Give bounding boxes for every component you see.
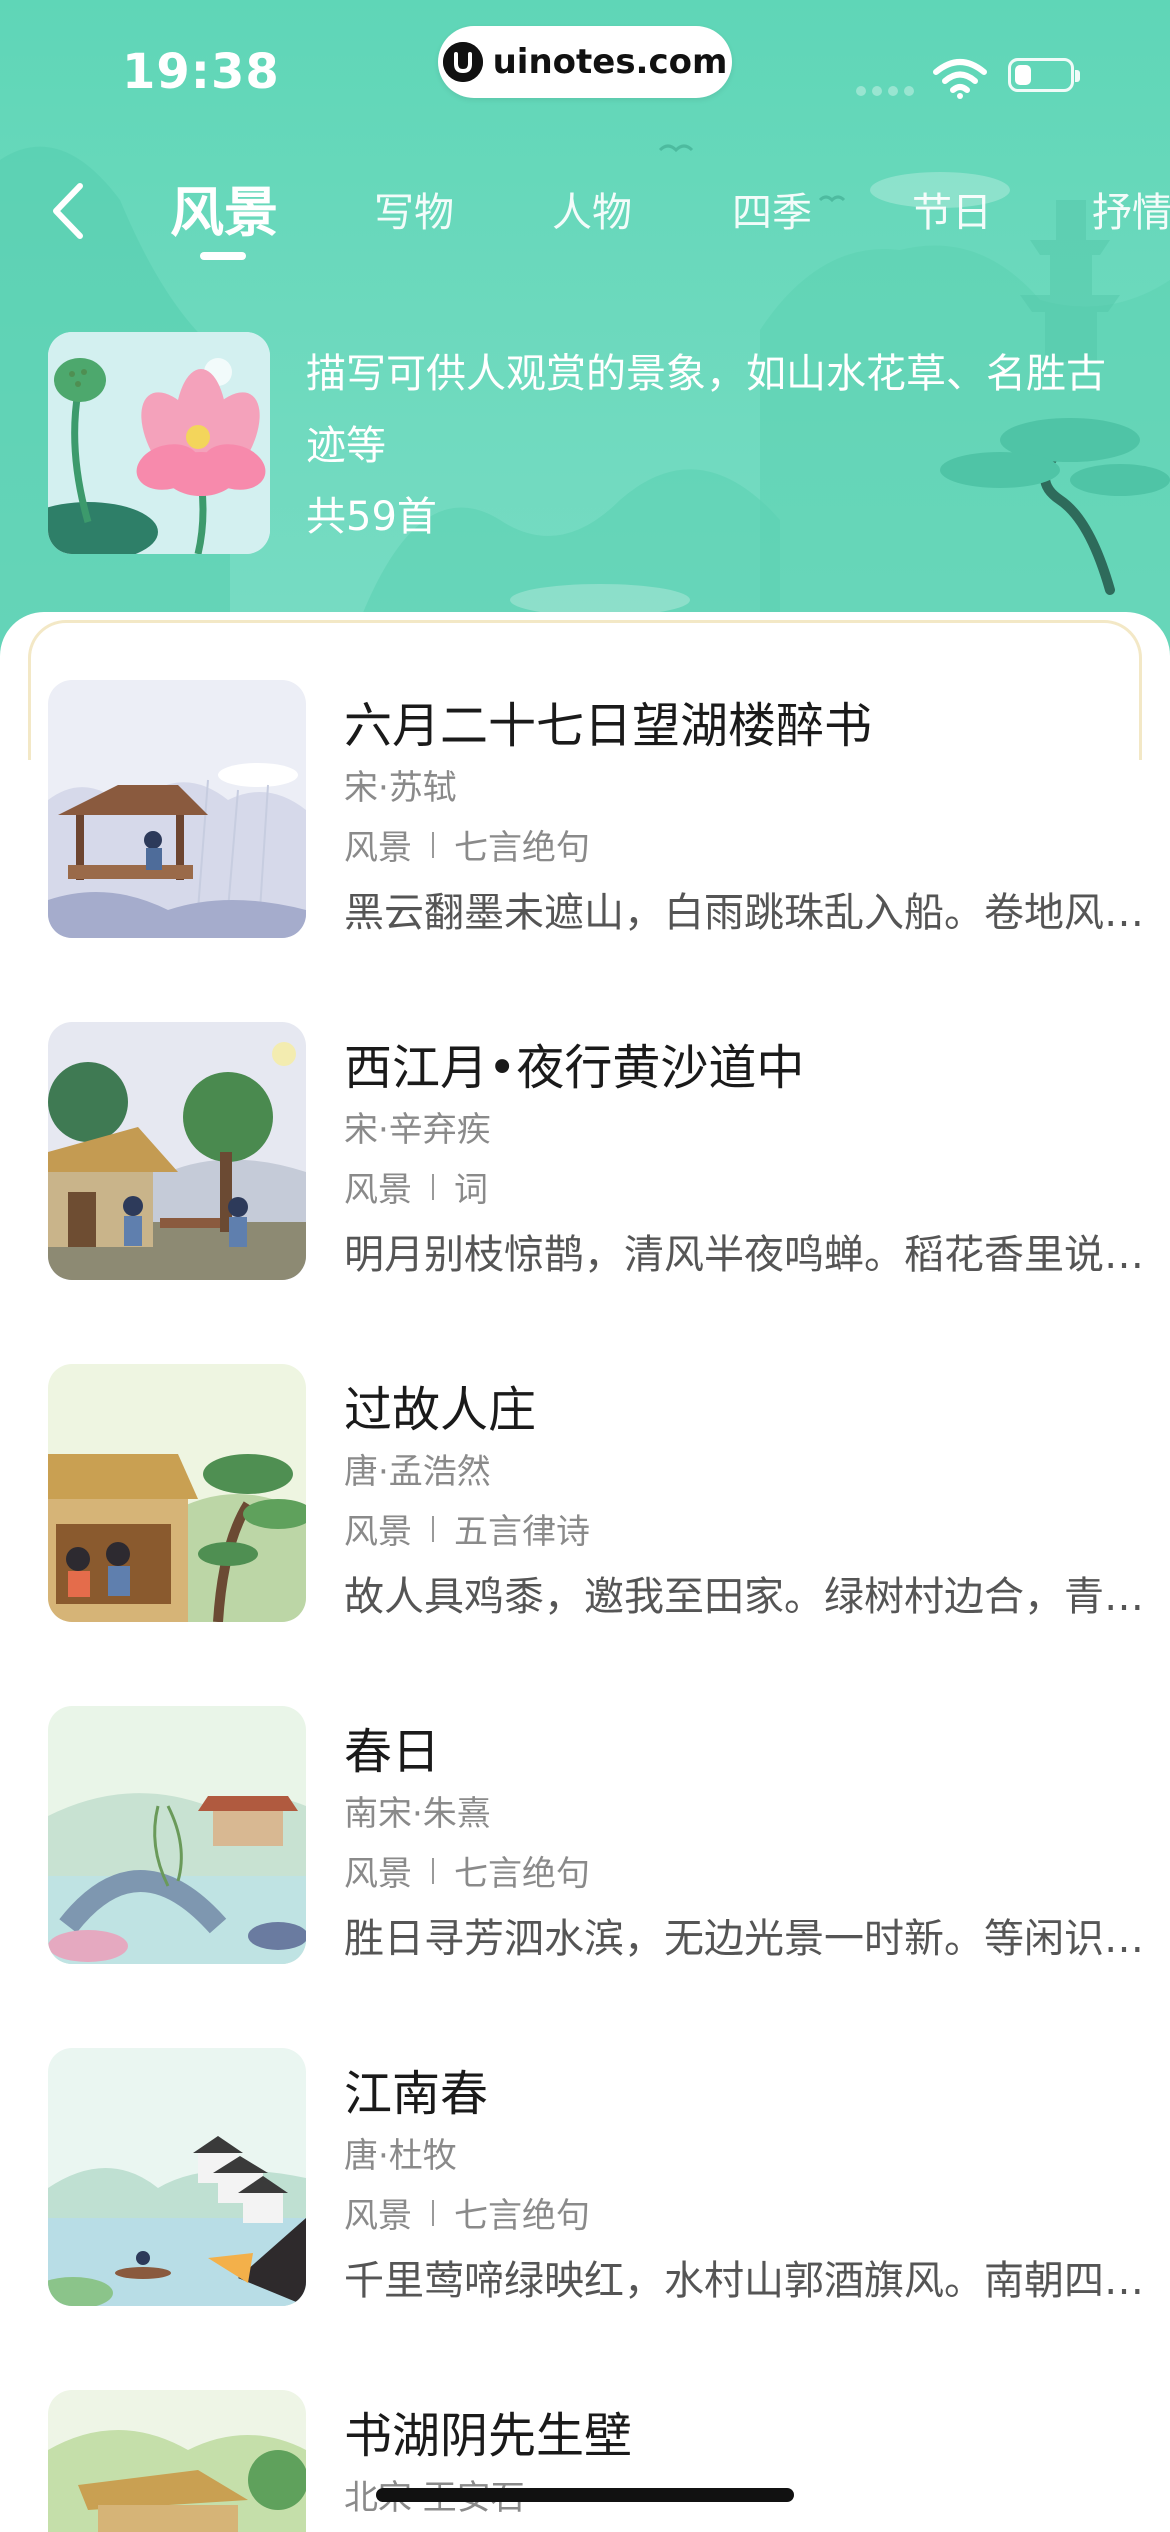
battery-level xyxy=(1015,65,1031,85)
poem-author: 南宋·朱熹 xyxy=(344,1794,491,1834)
meta-separator xyxy=(432,2199,434,2226)
tab-seasons[interactable]: 四季 xyxy=(732,180,812,238)
wifi-icon xyxy=(933,59,987,99)
poem-title: 过故人庄 xyxy=(344,1382,537,1438)
poem-thumbnail xyxy=(48,1022,306,1280)
poem-title: 春日 xyxy=(344,1724,441,1780)
uinotes-logo-icon xyxy=(442,42,483,82)
poem-title: 六月二十七日望湖楼醉书 xyxy=(344,698,873,754)
tab-scenery[interactable]: 风景 xyxy=(170,168,278,247)
screen: 19:38 uinotes.com 风景 写物 人物 四季 节日 抒情 描写可供… xyxy=(0,0,1170,2532)
poem-thumbnail xyxy=(48,2390,306,2532)
poem-form: 五言律诗 xyxy=(454,1512,590,1552)
url-text: uinotes.com xyxy=(492,42,728,82)
poem-title: 西江月•夜行黄沙道中 xyxy=(344,1040,805,1096)
tab-objects[interactable]: 写物 xyxy=(374,180,454,238)
poem-thumbnail xyxy=(48,1364,306,1622)
poem-category: 风景 xyxy=(344,1854,412,1894)
active-tab-indicator xyxy=(200,252,246,260)
category-tabs: 风景 写物 人物 四季 节日 抒情 xyxy=(0,168,1170,268)
poem-author: 宋·苏轼 xyxy=(344,768,457,808)
poem-form: 七言绝句 xyxy=(454,1854,590,1894)
poem-count: 共59首 xyxy=(306,494,437,540)
poem-form: 词 xyxy=(454,1170,488,1210)
poem-category: 风景 xyxy=(344,828,412,868)
home-indicator[interactable] xyxy=(376,2488,794,2502)
poem-item[interactable]: 春日 南宋·朱熹 风景 七言绝句 胜日寻芳泗水滨，无边光景一时新。等闲识得东风面… xyxy=(48,1706,1144,1966)
poem-meta: 风景 七言绝句 xyxy=(344,820,590,869)
meta-separator xyxy=(432,1515,434,1542)
poem-author: 宋·辛弃疾 xyxy=(344,1110,491,1150)
poem-excerpt: 故人具鸡黍，邀我至田家。绿树村边合，青山郭外斜。 xyxy=(344,1574,1144,1620)
poem-title: 江南春 xyxy=(344,2066,489,2122)
meta-separator xyxy=(432,1173,434,1200)
poem-form: 七言绝句 xyxy=(454,828,590,868)
status-time: 19:38 xyxy=(122,44,280,100)
poem-item[interactable]: 江南春 唐·杜牧 风景 七言绝句 千里莺啼绿映红，水村山郭酒旗风。南朝四百八十寺… xyxy=(48,2048,1144,2308)
poem-meta: 风景 词 xyxy=(344,1162,488,1211)
tab-emotions[interactable]: 抒情 xyxy=(1092,180,1170,238)
category-cover-image xyxy=(48,332,270,554)
poem-author: 唐·杜牧 xyxy=(344,2136,457,2176)
poem-excerpt: 明月别枝惊鹊，清风半夜鸣蝉。稻花香里说丰年，听取蛙声一片。 xyxy=(344,1232,1144,1278)
poem-excerpt: 千里莺啼绿映红，水村山郭酒旗风。南朝四百八十寺，多少楼台烟雨中。 xyxy=(344,2258,1144,2304)
poem-author: 唐·孟浩然 xyxy=(344,1452,491,1492)
poem-item[interactable]: 六月二十七日望湖楼醉书 宋·苏轼 风景 七言绝句 黑云翻墨未遮山，白雨跳珠乱入船… xyxy=(48,680,1144,940)
poem-excerpt: 胜日寻芳泗水滨，无边光景一时新。等闲识得东风面，万紫千红总是春。 xyxy=(344,1916,1144,1962)
poem-category: 风景 xyxy=(344,2196,412,2236)
poem-item[interactable]: 书湖阴先生壁 北宋·王安石 xyxy=(48,2390,1128,2532)
tab-people[interactable]: 人物 xyxy=(552,180,632,238)
poem-title: 书湖阴先生壁 xyxy=(344,2408,633,2464)
tab-festivals[interactable]: 节日 xyxy=(912,180,992,238)
battery-icon xyxy=(1008,58,1080,92)
category-description: 描写可供人观赏的景象，如山水花草、名胜古迹等 xyxy=(306,351,1106,469)
poem-category: 风景 xyxy=(344,1170,412,1210)
url-pill[interactable]: uinotes.com xyxy=(438,26,732,98)
poem-thumbnail xyxy=(48,680,306,938)
poem-category: 风景 xyxy=(344,1512,412,1552)
poem-meta: 风景 七言绝句 xyxy=(344,1846,590,1895)
meta-separator xyxy=(432,1857,434,1884)
poem-meta: 风景 五言律诗 xyxy=(344,1504,590,1553)
poem-meta: 风景 七言绝句 xyxy=(344,2188,590,2237)
meta-separator xyxy=(432,831,434,858)
poem-item[interactable]: 西江月•夜行黄沙道中 宋·辛弃疾 风景 词 明月别枝惊鹊，清风半夜鸣蝉。稻花香里… xyxy=(48,1022,1144,1282)
poem-excerpt: 黑云翻墨未遮山，白雨跳珠乱入船。卷地风来忽吹散，望湖楼下水如天。 xyxy=(344,890,1144,936)
poem-form: 七言绝句 xyxy=(454,2196,590,2236)
poem-thumbnail xyxy=(48,1706,306,1964)
poem-item[interactable]: 过故人庄 唐·孟浩然 风景 五言律诗 故人具鸡黍，邀我至田家。绿树村边合，青山郭… xyxy=(48,1364,1144,1624)
poem-thumbnail xyxy=(48,2048,306,2306)
signal-dots-icon xyxy=(856,86,914,96)
